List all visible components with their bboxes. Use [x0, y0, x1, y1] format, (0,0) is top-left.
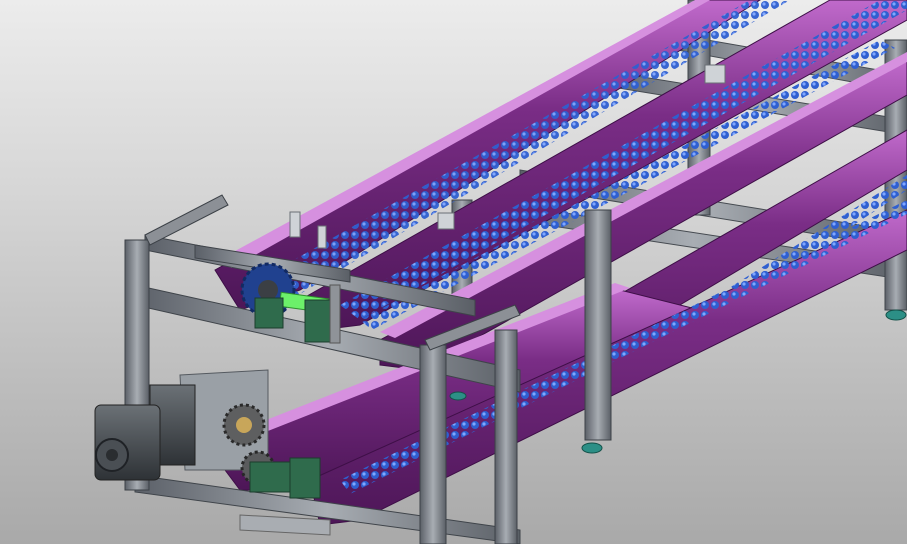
bearing-block-icon — [254, 297, 284, 329]
bearing-block-icon — [289, 457, 321, 499]
conveyor-scene — [94, 0, 907, 544]
leveling-foot-icon — [885, 309, 907, 321]
frame-leg — [584, 209, 612, 441]
cad-viewport — [0, 0, 907, 544]
bearing-block-icon — [304, 299, 332, 343]
frame-leg — [419, 344, 447, 544]
frame-leg — [494, 329, 518, 544]
leveling-foot-icon — [449, 391, 467, 401]
leveling-foot-icon — [581, 442, 603, 454]
leg-cap — [144, 194, 229, 246]
